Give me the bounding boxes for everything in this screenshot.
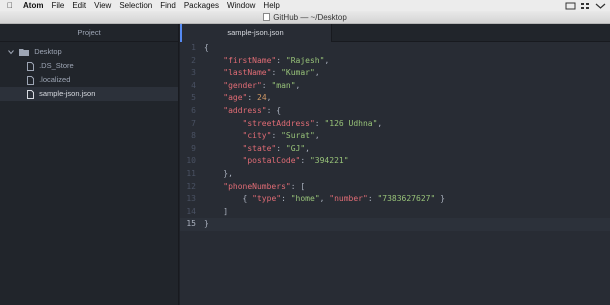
grid-icon[interactable] (580, 2, 591, 10)
code-line[interactable]: 14 ] (180, 206, 610, 219)
code-text: "gender": "man", (223, 80, 301, 90)
code-text: "lastName": "Kumar", (223, 68, 320, 78)
code-line[interactable]: 10 "postalCode": "394221" (180, 155, 610, 168)
menu-edit[interactable]: Edit (72, 0, 94, 11)
line-number: 1 (191, 43, 196, 52)
line-number: 8 (191, 131, 196, 141)
tree-view: Project Desktop .DS_Store .localized sam… (0, 24, 179, 305)
code-text: "firstName": "Rajesh", (223, 55, 330, 65)
code-line[interactable]: 12 "phoneNumbers": [ (180, 181, 610, 194)
line-number: 9 (191, 143, 196, 153)
menu-selection[interactable]: Selection (119, 0, 160, 11)
tab-bar: sample-json.json (180, 24, 610, 42)
code-text: "city": "Surat", (242, 131, 320, 141)
tree-file-ds-store[interactable]: .DS_Store (0, 59, 178, 73)
code-text: "postalCode": "394221" (242, 156, 349, 166)
chevron-down-icon[interactable] (595, 2, 606, 10)
tree-file-sample-json[interactable]: sample-json.json (0, 87, 178, 101)
menu-find[interactable]: Find (160, 0, 184, 11)
code-line[interactable]: 2 "firstName": "Rajesh", (180, 55, 610, 68)
code-line[interactable]: 8 "city": "Surat", (180, 130, 610, 143)
code-line[interactable]: 11 }, (180, 168, 610, 181)
code-line[interactable]: 1{ (180, 42, 610, 55)
menu-extras (565, 2, 610, 10)
line-number: 15 (186, 219, 196, 229)
code-text: "phoneNumbers": [ (223, 181, 306, 191)
window-title: GitHub — ~/Desktop (273, 12, 347, 22)
menu-bar:  Atom File Edit View Selection Find Pac… (0, 0, 610, 11)
tree-folder-label: Desktop (34, 47, 62, 56)
line-number: 3 (191, 68, 196, 78)
menu-view[interactable]: View (94, 0, 119, 11)
menu-packages[interactable]: Packages (184, 0, 227, 11)
code-text: { "type": "home", "number": "7383627627"… (204, 194, 445, 204)
line-number: 11 (186, 168, 196, 178)
code-text: ] (204, 206, 229, 216)
window-icon[interactable] (565, 2, 576, 10)
tree-folder-desktop[interactable]: Desktop (0, 45, 178, 59)
tab-sample-json[interactable]: sample-json.json (180, 24, 332, 42)
menu-file[interactable]: File (51, 0, 72, 11)
tree-view-header[interactable]: Project (0, 24, 178, 42)
code-line[interactable]: 13 { "type": "home", "number": "73836276… (180, 193, 610, 206)
code-text: "streetAddress": "126 Udhna", (242, 118, 383, 128)
code-text: }, (204, 168, 233, 178)
file-icon (27, 89, 34, 99)
code-line[interactable]: 5 "age": 24, (180, 92, 610, 105)
line-number: 12 (186, 181, 196, 191)
menu-app[interactable]: Atom (20, 0, 51, 11)
code-text: "age": 24, (223, 93, 272, 103)
tree-file-localized[interactable]: .localized (0, 73, 178, 87)
code-text: } (204, 219, 209, 229)
menu-help[interactable]: Help (263, 0, 287, 11)
line-number: 7 (191, 118, 196, 128)
code-line[interactable]: 15} (180, 218, 610, 231)
menu-window[interactable]: Window (227, 0, 263, 11)
code-text: "address": { (223, 105, 282, 115)
code-text: { (204, 43, 209, 52)
line-number: 2 (191, 55, 196, 65)
code-line[interactable]: 7 "streetAddress": "126 Udhna", (180, 118, 610, 131)
chevron-down-icon[interactable] (8, 49, 14, 55)
window-title-bar: GitHub — ~/Desktop (0, 11, 610, 24)
document-icon (263, 13, 271, 21)
apple-icon[interactable]:  (0, 1, 20, 10)
line-number: 14 (186, 206, 196, 216)
code-line[interactable]: 3 "lastName": "Kumar", (180, 67, 610, 80)
text-editor[interactable]: 1{2 "firstName": "Rajesh", 3 "lastName": … (180, 42, 610, 305)
line-number: 13 (186, 194, 196, 204)
file-icon (27, 75, 34, 85)
line-number: 5 (191, 93, 196, 103)
code-text: "state": "GJ", (242, 143, 310, 153)
code-area[interactable]: 1{2 "firstName": "Rajesh", 3 "lastName": … (180, 42, 610, 231)
file-icon (27, 61, 34, 71)
line-number: 4 (191, 80, 196, 90)
line-number: 10 (186, 156, 196, 166)
code-line[interactable]: 9 "state": "GJ", (180, 143, 610, 156)
tree-file-label: sample-json.json (39, 89, 96, 98)
folder-icon (19, 49, 30, 57)
line-number: 6 (191, 105, 196, 115)
code-line[interactable]: 6 "address": { (180, 105, 610, 118)
tree-file-label: .localized (39, 75, 71, 84)
tree-file-label: .DS_Store (39, 61, 74, 70)
code-line[interactable]: 4 "gender": "man", (180, 80, 610, 93)
